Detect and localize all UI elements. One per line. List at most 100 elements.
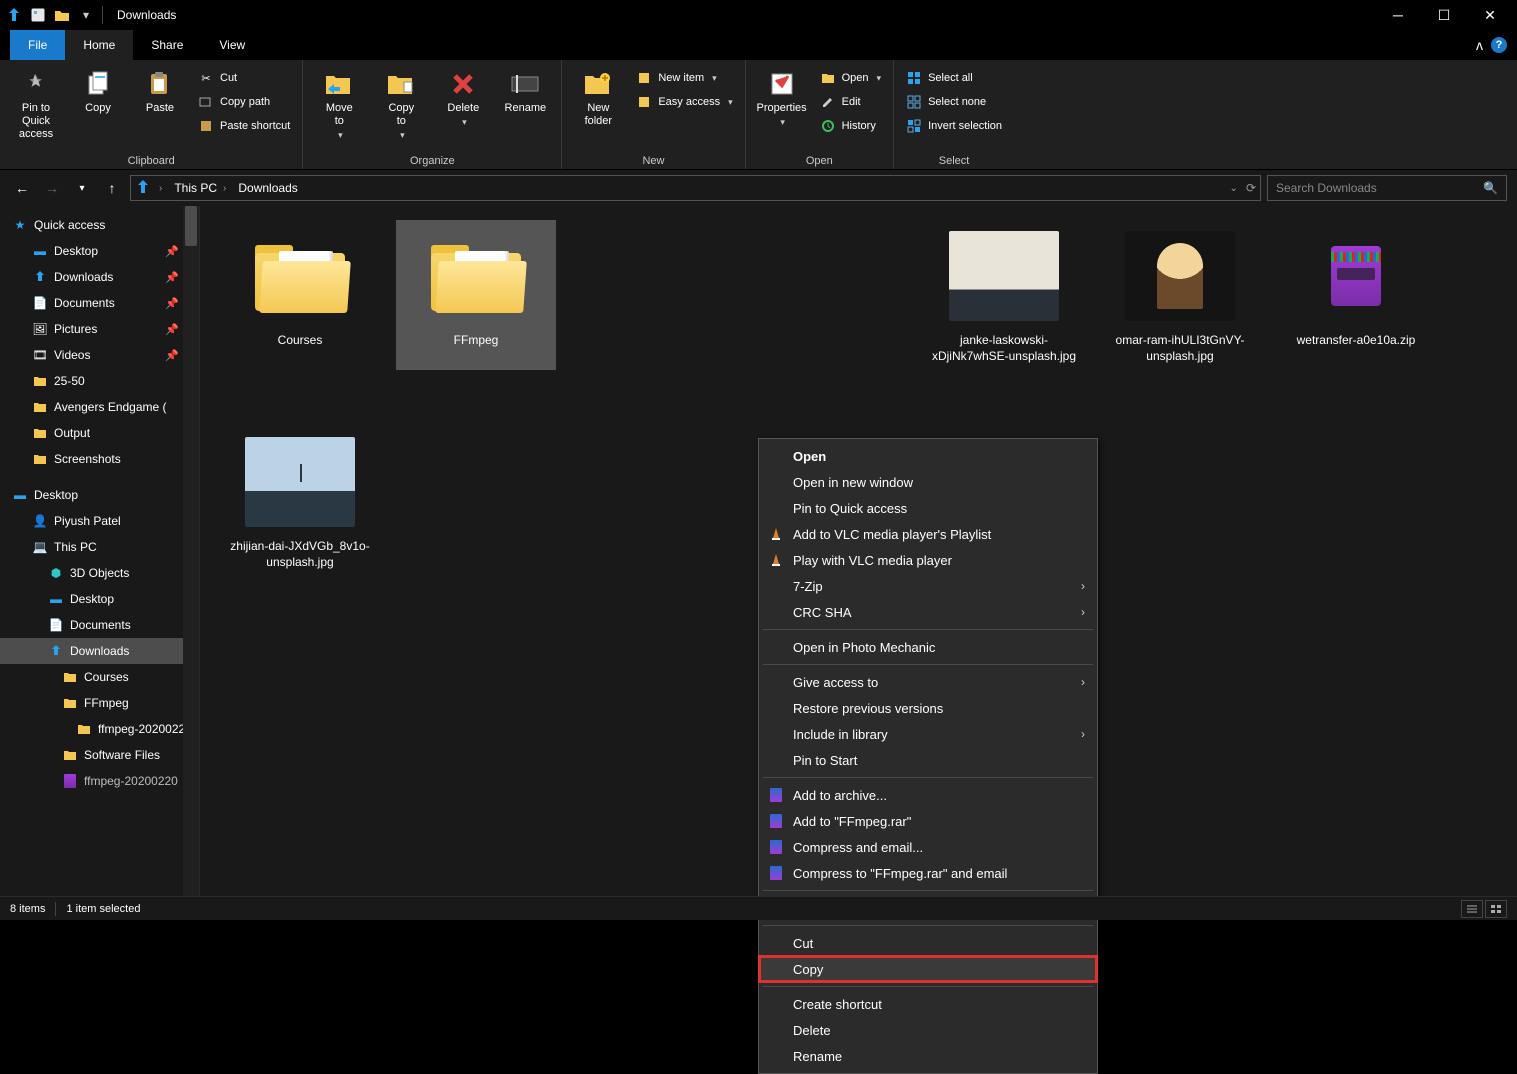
view-icons-button[interactable] <box>1485 900 1507 918</box>
tree-ffmpeg-dated[interactable]: ffmpeg-2020022 <box>0 716 199 742</box>
tree-3d-objects[interactable]: ⬢3D Objects <box>0 560 199 586</box>
easy-access-button[interactable]: Easy access ▾ <box>632 92 736 112</box>
tree-pictures[interactable]: 🖼Pictures📌 <box>0 316 199 342</box>
cut-button[interactable]: ✂Cut <box>194 68 294 88</box>
paste-button[interactable]: Paste <box>132 64 188 115</box>
tree-screenshots[interactable]: Screenshots <box>0 446 199 472</box>
tab-share[interactable]: Share <box>133 30 201 60</box>
minimize-button[interactable]: ─ <box>1375 0 1421 30</box>
tree-ffmpeg[interactable]: FFmpeg <box>0 690 199 716</box>
copy-to-button[interactable]: Copy to▾ <box>373 64 429 141</box>
tree-documents[interactable]: 📄Documents📌 <box>0 290 199 316</box>
tree-desktop-root[interactable]: ▬Desktop <box>0 482 199 508</box>
refresh-icon[interactable]: ⟳ <box>1246 181 1256 195</box>
ctx-restore-previous[interactable]: Restore previous versions <box>759 695 1097 721</box>
move-to-button[interactable]: Move to▾ <box>311 64 367 141</box>
ctx-compress-rar-email[interactable]: Compress to "FFmpeg.rar" and email <box>759 860 1097 886</box>
recent-dropdown[interactable]: ▾ <box>70 176 94 200</box>
ctx-rename[interactable]: Rename <box>759 1043 1097 1069</box>
ctx-give-access[interactable]: Give access to› <box>759 669 1097 695</box>
file-item[interactable]: FFmpeg <box>396 220 556 370</box>
tree-downloads2[interactable]: Downloads <box>0 638 199 664</box>
breadcrumb-this-pc[interactable]: This PC› <box>170 181 230 195</box>
invert-icon <box>906 118 922 134</box>
new-item-button[interactable]: New item ▾ <box>632 68 736 88</box>
ctx-open[interactable]: Open <box>759 443 1097 469</box>
ctx-pin-quick-access[interactable]: Pin to Quick access <box>759 495 1097 521</box>
ctx-vlc-playlist[interactable]: Add to VLC media player's Playlist <box>759 521 1097 547</box>
breadcrumb-sep[interactable]: › <box>155 183 166 194</box>
collapse-ribbon-icon[interactable]: ʌ <box>1476 37 1483 53</box>
qat-properties-icon[interactable] <box>28 5 48 25</box>
properties-button[interactable]: Properties▾ <box>754 64 810 128</box>
select-none-button[interactable]: Select none <box>902 92 1006 112</box>
ctx-photo-mechanic[interactable]: Open in Photo Mechanic <box>759 634 1097 660</box>
file-item[interactable]: omar-ram-ihULI3tGnVY-unsplash.jpg <box>1100 220 1260 370</box>
back-button[interactable]: ← <box>10 176 34 200</box>
paste-shortcut-button[interactable]: Paste shortcut <box>194 116 294 136</box>
edit-button[interactable]: Edit <box>816 92 885 112</box>
ctx-vlc-play[interactable]: Play with VLC media player <box>759 547 1097 573</box>
up-button[interactable]: ↑ <box>100 176 124 200</box>
tab-file[interactable]: File <box>10 30 65 60</box>
breadcrumb-downloads[interactable]: Downloads <box>234 181 301 195</box>
copy-icon <box>82 68 114 100</box>
select-all-button[interactable]: Select all <box>902 68 1006 88</box>
file-item[interactable]: zhijian-dai-JXdVGb_8v1o-unsplash.jpg <box>220 426 380 576</box>
ctx-7zip[interactable]: 7-Zip› <box>759 573 1097 599</box>
ctx-create-shortcut[interactable]: Create shortcut <box>759 991 1097 1017</box>
tree-avengers[interactable]: Avengers Endgame ( <box>0 394 199 420</box>
rename-button[interactable]: Rename <box>497 64 553 115</box>
tree-downloads[interactable]: Downloads📌 <box>0 264 199 290</box>
file-item[interactable]: Courses <box>220 220 380 370</box>
ctx-copy[interactable]: Copy <box>759 956 1097 982</box>
tree-ffmpeg-trunc[interactable]: ffmpeg-20200220 <box>0 768 199 794</box>
file-pane[interactable]: Courses FFmpeg janke-laskowski-xDjiNk7whS… <box>200 206 1517 896</box>
tree-videos[interactable]: 🎞Videos📌 <box>0 342 199 368</box>
invert-selection-button[interactable]: Invert selection <box>902 116 1006 136</box>
history-button[interactable]: History <box>816 116 885 136</box>
open-button[interactable]: Open ▾ <box>816 68 885 88</box>
ctx-compress-email[interactable]: Compress and email... <box>759 834 1097 860</box>
new-folder-button[interactable]: New folder <box>570 64 626 128</box>
maximize-button[interactable]: ☐ <box>1421 0 1467 30</box>
forward-button[interactable]: → <box>40 176 64 200</box>
tree-quick-access[interactable]: ★Quick access <box>0 212 199 238</box>
address-bar[interactable]: › This PC› Downloads ⌄ ⟳ <box>130 175 1261 201</box>
tab-view[interactable]: View <box>201 30 263 60</box>
address-dropdown-icon[interactable]: ⌄ <box>1230 183 1238 194</box>
tab-home[interactable]: Home <box>65 30 133 60</box>
tree-output[interactable]: Output <box>0 420 199 446</box>
tree-software[interactable]: Software Files <box>0 742 199 768</box>
ctx-add-rar[interactable]: Add to "FFmpeg.rar" <box>759 808 1097 834</box>
qat-dropdown-icon[interactable]: ▾ <box>76 5 96 25</box>
properties-icon <box>766 68 798 100</box>
file-item[interactable]: wetransfer-a0e10a.zip <box>1276 220 1436 370</box>
qat-newfolder-icon[interactable] <box>52 5 72 25</box>
tree-documents2[interactable]: 📄Documents <box>0 612 199 638</box>
tree-piyush[interactable]: 👤Piyush Patel <box>0 508 199 534</box>
ctx-add-archive[interactable]: Add to archive... <box>759 782 1097 808</box>
ctx-pin-start[interactable]: Pin to Start <box>759 747 1097 773</box>
ctx-cut[interactable]: Cut <box>759 930 1097 956</box>
ctx-open-new-window[interactable]: Open in new window <box>759 469 1097 495</box>
view-details-button[interactable] <box>1461 900 1483 918</box>
help-icon[interactable]: ? <box>1491 37 1507 53</box>
ctx-crc-sha[interactable]: CRC SHA› <box>759 599 1097 625</box>
delete-button[interactable]: Delete▾ <box>435 64 491 128</box>
close-button[interactable]: ✕ <box>1467 0 1513 30</box>
tree-desktop[interactable]: ▬Desktop📌 <box>0 238 199 264</box>
search-box[interactable]: Search Downloads 🔍 <box>1267 175 1507 201</box>
tree-this-pc[interactable]: 💻This PC <box>0 534 199 560</box>
sidebar-scrollbar[interactable] <box>183 206 199 896</box>
tree-desktop3[interactable]: ▬Desktop <box>0 586 199 612</box>
scrollbar-thumb[interactable] <box>185 206 197 246</box>
ctx-delete[interactable]: Delete <box>759 1017 1097 1043</box>
tree-25-50[interactable]: 25-50 <box>0 368 199 394</box>
pin-quick-access-button[interactable]: Pin to Quick access <box>8 64 64 141</box>
ctx-include-library[interactable]: Include in library› <box>759 721 1097 747</box>
copy-button[interactable]: Copy <box>70 64 126 115</box>
tree-courses[interactable]: Courses <box>0 664 199 690</box>
copy-path-button[interactable]: Copy path <box>194 92 294 112</box>
file-item[interactable]: janke-laskowski-xDjiNk7whSE-unsplash.jpg <box>924 220 1084 370</box>
